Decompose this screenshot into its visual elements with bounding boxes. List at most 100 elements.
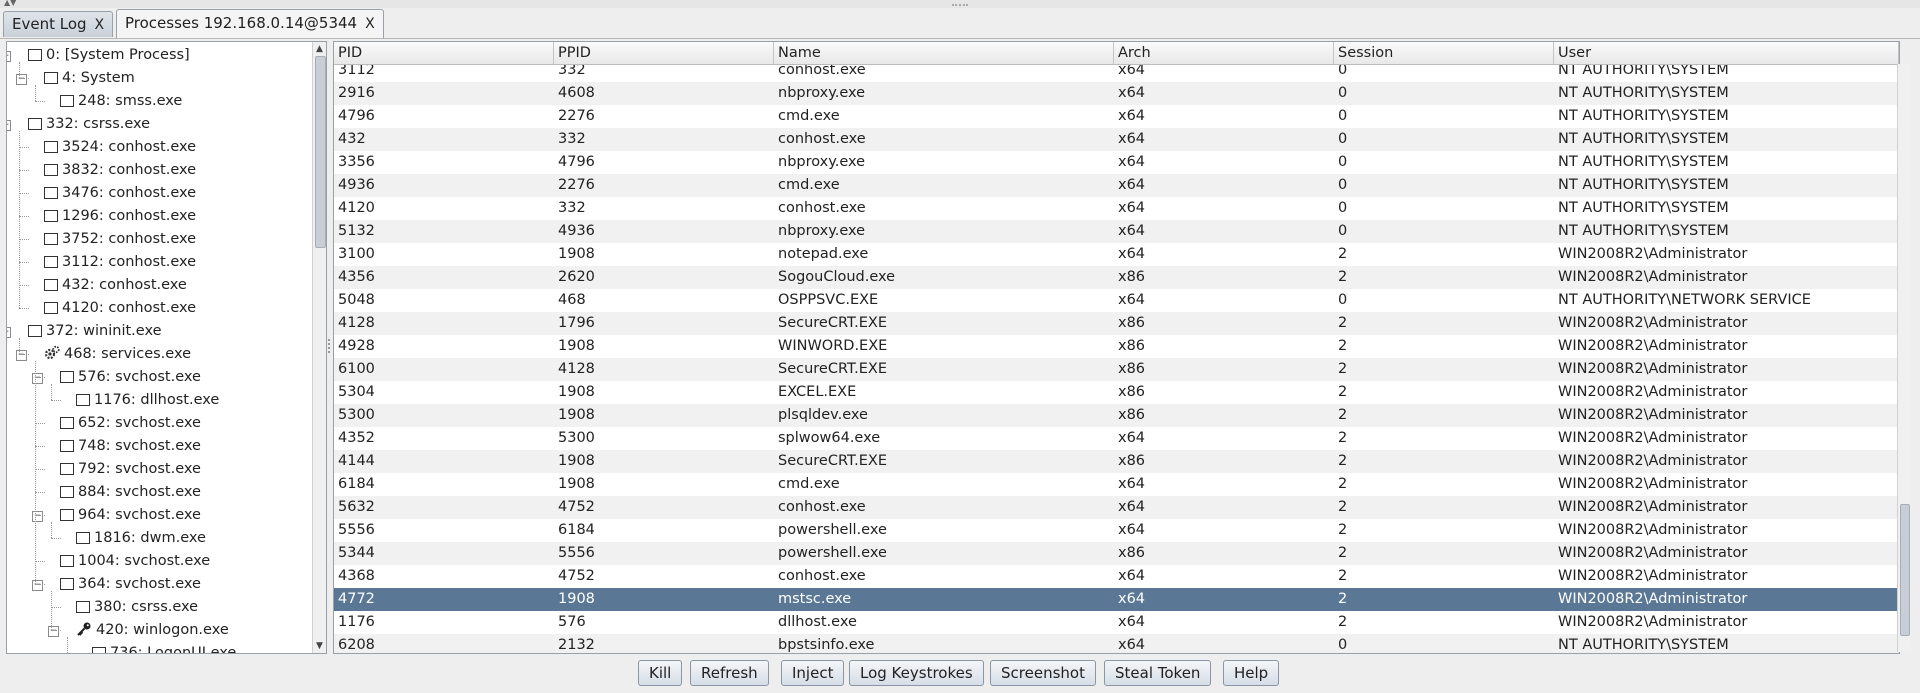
tree-node[interactable]: 0: [System Process]	[28, 44, 190, 67]
tree-node[interactable]: 576: svchost.exe	[60, 366, 201, 389]
table-row[interactable]: 4936 2276 cmd.exe x64 0 NT AUTHORITY\SYSTEM	[334, 174, 1899, 197]
tree-node[interactable]: 420: winlogon.exe	[76, 619, 229, 642]
process-icon	[44, 233, 58, 245]
tree-node[interactable]: 1004: svchost.exe	[60, 550, 210, 573]
collapse-toggle-icon[interactable]: −	[7, 120, 11, 131]
tree-node[interactable]: 3524: conhost.exe	[44, 136, 196, 159]
tree-node[interactable]: 1176: dllhost.exe	[76, 389, 219, 412]
table-row[interactable]: 4352 5300 splwow64.exe x64 2 WIN2008R2\Admini…	[334, 427, 1899, 450]
collapse-toggle-icon[interactable]: −	[48, 626, 59, 637]
tab-processes[interactable]: Processes 192.168.0.14@5344 X	[116, 9, 384, 38]
tree-node[interactable]: 332: csrss.exe	[28, 113, 150, 136]
collapse-toggle-icon[interactable]: −	[32, 373, 43, 384]
close-icon[interactable]: X	[95, 17, 105, 33]
tree-node[interactable]: 792: svchost.exe	[60, 458, 201, 481]
table-row[interactable]: 5048 468 OSPPSVC.EXE x64 0 NT AUTHORITY\NETWO…	[334, 289, 1899, 312]
tree-node[interactable]: 4120: conhost.exe	[44, 297, 196, 320]
inject-button[interactable]: Inject	[781, 660, 845, 686]
tab-event-log[interactable]: Event Log X	[3, 11, 114, 37]
tree-node[interactable]: 248: smss.exe	[60, 90, 182, 113]
table-row[interactable]: 5344 5556 powershell.exe x86 2 WIN2008R2\Admi…	[334, 542, 1899, 565]
log-keystrokes-button[interactable]: Log Keystrokes	[849, 660, 984, 686]
table-row[interactable]: 4368 4752 conhost.exe x64 2 WIN2008R2\Adminis…	[334, 565, 1899, 588]
table-row[interactable]: 5132 4936 nbproxy.exe x64 0 NT AUTHORITY\SYST…	[334, 220, 1899, 243]
tree-node[interactable]: 1296: conhost.exe	[44, 205, 196, 228]
process-icon	[44, 187, 58, 199]
tree-scrollbar[interactable]: ▲ ▼	[312, 42, 326, 653]
collapse-toggle-icon[interactable]: −	[7, 327, 11, 338]
scroll-thumb[interactable]	[315, 56, 326, 248]
table-row[interactable]: 4144 1908 SecureCRT.EXE x86 2 WIN2008R2\Admin…	[334, 450, 1899, 473]
tree-node[interactable]: 3832: conhost.exe	[44, 159, 196, 182]
cell-user: NT AUTHORITY\SYSTEM	[1558, 131, 1729, 147]
tree-node[interactable]: 884: svchost.exe	[60, 481, 201, 504]
scroll-down-icon[interactable]: ▼	[313, 639, 326, 653]
cell-session: 0	[1338, 131, 1348, 147]
table-row[interactable]: 5300 1908 plsqldev.exe x86 2 WIN2008R2\Admini…	[334, 404, 1899, 427]
tree-node[interactable]: 1816: dwm.exe	[76, 527, 206, 550]
collapse-toggle-icon[interactable]: −	[32, 580, 43, 591]
table-row[interactable]: 5304 1908 EXCEL.EXE x86 2 WIN2008R2\Administr…	[334, 381, 1899, 404]
collapse-toggle-icon[interactable]: −	[16, 74, 27, 85]
kill-button[interactable]: Kill	[638, 660, 683, 686]
tree-node[interactable]: 432: conhost.exe	[44, 274, 187, 297]
collapse-toggle-icon[interactable]: −	[7, 51, 11, 62]
steal-token-button[interactable]: Steal Token	[1104, 660, 1212, 686]
table-row[interactable]: 6184 1908 cmd.exe x64 2 WIN2008R2\Administrat…	[334, 473, 1899, 496]
column-header-ppid[interactable]: PPID	[554, 42, 774, 64]
scroll-thumb[interactable]	[1900, 504, 1910, 636]
table-row[interactable]: 3100 1908 notepad.exe x64 2 WIN2008R2\Adminis…	[334, 243, 1899, 266]
tree-node[interactable]: 380: csrss.exe	[76, 596, 198, 619]
process-icon	[60, 371, 74, 383]
tree-node[interactable]: 748: svchost.exe	[60, 435, 201, 458]
cell-ppid: 576	[558, 614, 586, 630]
tree-node[interactable]: 736: LogonUI.exe	[92, 642, 236, 653]
cell-user: WIN2008R2\Administrator	[1558, 246, 1748, 262]
tree-node-label: 964: svchost.exe	[78, 507, 201, 523]
collapse-toggle-icon[interactable]: −	[32, 511, 43, 522]
close-icon[interactable]: X	[365, 16, 375, 32]
column-header-user[interactable]: User	[1554, 42, 1899, 64]
refresh-button[interactable]: Refresh	[690, 660, 769, 686]
table-row[interactable]: 432 332 conhost.exe x64 0 NT AUTHORITY\SYSTEM	[334, 128, 1899, 151]
table-row[interactable]: 6100 4128 SecureCRT.EXE x86 2 WIN2008R2\Admin…	[334, 358, 1899, 381]
column-header-name[interactable]: Name	[774, 42, 1114, 64]
table-row[interactable]: 5632 4752 conhost.exe x64 2 WIN2008R2\Adminis…	[334, 496, 1899, 519]
screenshot-button[interactable]: Screenshot	[990, 660, 1096, 686]
column-header-session[interactable]: Session	[1334, 42, 1554, 64]
table-body[interactable]: 3112 332 conhost.exe x64 0 NT AUTHORITY\SYSTE…	[334, 65, 1899, 653]
tree-node[interactable]: 468: services.exe	[44, 343, 191, 366]
table-row[interactable]: 4120 332 conhost.exe x64 0 NT AUTHORITY\SYSTE…	[334, 197, 1899, 220]
help-button[interactable]: Help	[1223, 660, 1280, 686]
tree-node[interactable]: 3112: conhost.exe	[44, 251, 196, 274]
table-row[interactable]: 4128 1796 SecureCRT.EXE x86 2 WIN2008R2\Admin…	[334, 312, 1899, 335]
table-row[interactable]: 1176 576 dllhost.exe x64 2 WIN2008R2\Administ…	[334, 611, 1899, 634]
table-row[interactable]: 4928 1908 WINWORD.EXE x86 2 WIN2008R2\Adminis…	[334, 335, 1899, 358]
table-row[interactable]: 5556 6184 powershell.exe x64 2 WIN2008R2\Admi…	[334, 519, 1899, 542]
tab-label: Processes 192.168.0.14@5344	[125, 14, 358, 32]
tree-node[interactable]: 3752: conhost.exe	[44, 228, 196, 251]
table-scrollbar[interactable]	[1897, 64, 1911, 652]
table-row[interactable]: 3356 4796 nbproxy.exe x64 0 NT AUTHORITY\SYST…	[334, 151, 1899, 174]
table-row[interactable]: 3112 332 conhost.exe x64 0 NT AUTHORITY\SYSTE…	[334, 65, 1899, 82]
table-row[interactable]: 4356 2620 SogouCloud.exe x86 2 WIN2008R2\Admi…	[334, 266, 1899, 289]
tree-node[interactable]: 3476: conhost.exe	[44, 182, 196, 205]
tree-node[interactable]: 652: svchost.exe	[60, 412, 201, 435]
tree-connector	[19, 131, 20, 308]
collapse-toggle-icon[interactable]: −	[16, 350, 27, 361]
collapse-arrow-icon[interactable]: ▲▼	[4, 0, 16, 7]
tree-node[interactable]: 364: svchost.exe	[60, 573, 201, 596]
table-row[interactable]: 4796 2276 cmd.exe x64 0 NT AUTHORITY\SYSTEM	[334, 105, 1899, 128]
process-tree[interactable]: ▲ ▼ − 0: [System Process] − 4: System 248: s…	[6, 41, 327, 654]
table-row[interactable]: 2916 4608 nbproxy.exe x64 0 NT AUTHORITY\SYST…	[334, 82, 1899, 105]
scroll-up-icon[interactable]: ▲	[313, 42, 326, 56]
tree-node[interactable]: 964: svchost.exe	[60, 504, 201, 527]
column-header-arch[interactable]: Arch	[1114, 42, 1334, 64]
panel-splitter[interactable]	[326, 41, 333, 652]
resize-grip[interactable]	[952, 0, 968, 6]
column-header-pid[interactable]: PID	[334, 42, 554, 64]
tree-node[interactable]: 4: System	[44, 67, 135, 90]
table-row[interactable]: 6208 2132 bpstsinfo.exe x64 0 NT AUTHORITY\SY…	[334, 634, 1899, 653]
tree-node[interactable]: 372: wininit.exe	[28, 320, 162, 343]
table-row[interactable]: 4772 1908 mstsc.exe x64 2 WIN2008R2\Administr…	[334, 588, 1899, 611]
